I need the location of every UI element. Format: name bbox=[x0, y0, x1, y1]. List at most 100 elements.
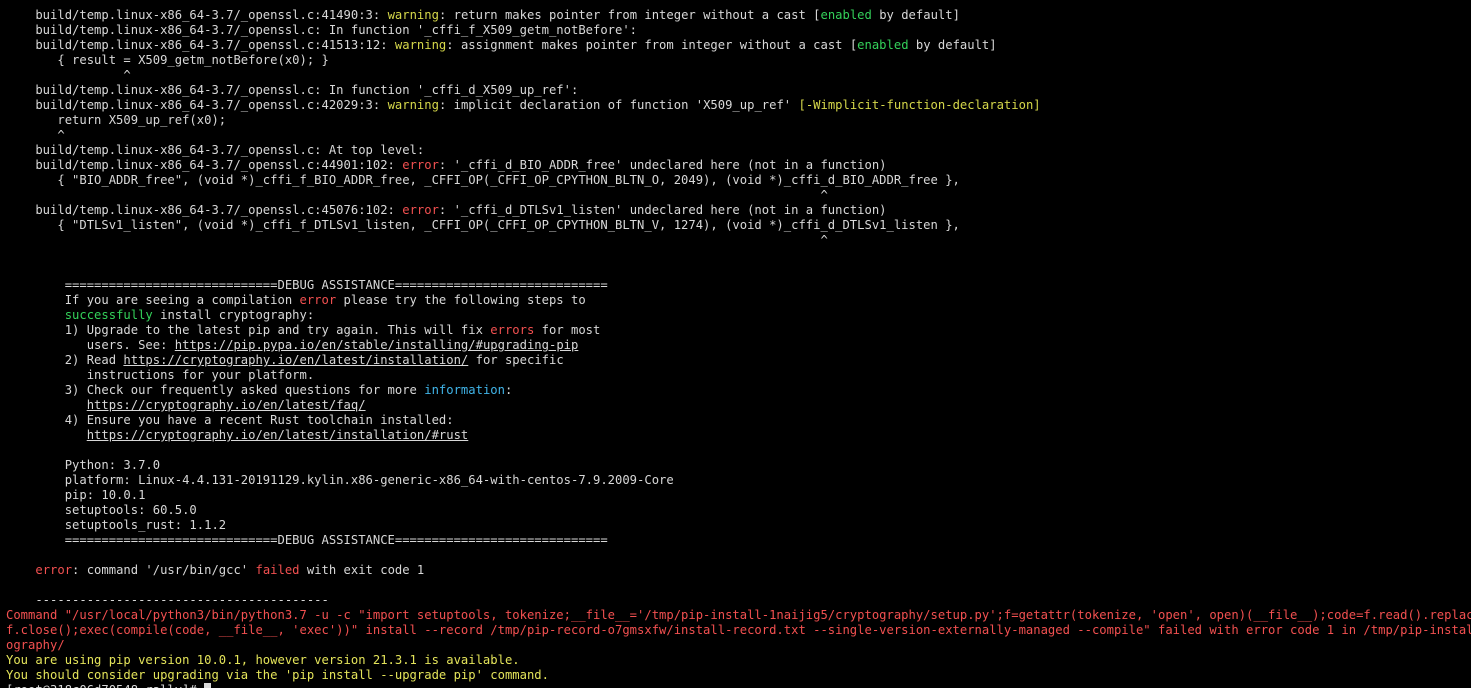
text-segment: build/temp.linux-x86_64-3.7/_openssl.c:4… bbox=[6, 8, 388, 22]
text-err: errors bbox=[490, 323, 535, 337]
text-segment bbox=[6, 398, 87, 412]
text-segment: : '_cffi_d_DTLSv1_listen' undeclared her… bbox=[438, 203, 887, 217]
terminal-line: successfully install cryptography: bbox=[6, 308, 1471, 323]
text-red: Command "/usr/local/python3/bin/python3.… bbox=[6, 608, 1471, 622]
terminal-line: build/temp.linux-x86_64-3.7/_openssl.c:4… bbox=[6, 158, 1471, 173]
text-segment: ^ bbox=[6, 233, 828, 247]
text-segment: build/temp.linux-x86_64-3.7/_openssl.c:4… bbox=[6, 203, 403, 217]
text-segment: setuptools_rust: 1.1.2 bbox=[6, 518, 227, 532]
text-warn: warning bbox=[387, 98, 439, 112]
terminal-line: build/temp.linux-x86_64-3.7/_openssl.c: … bbox=[6, 23, 1471, 38]
text-link[interactable]: https://cryptography.io/en/latest/instal… bbox=[123, 353, 468, 367]
terminal-line: 2) Read https://cryptography.io/en/lates… bbox=[6, 353, 1471, 368]
text-segment: users. See: bbox=[6, 338, 175, 352]
terminal-line: ^ bbox=[6, 128, 1471, 143]
text-segment: return X509_up_ref(x0); bbox=[6, 113, 227, 127]
text-segment: 3) Check our frequently asked questions … bbox=[6, 383, 425, 397]
text-segment: for specific bbox=[468, 353, 564, 367]
terminal-line: build/temp.linux-x86_64-3.7/_openssl.c:4… bbox=[6, 98, 1471, 113]
text-link[interactable]: https://cryptography.io/en/latest/faq/ bbox=[87, 398, 366, 412]
text-segment: ^ bbox=[6, 128, 65, 142]
text-segment: : bbox=[504, 383, 513, 397]
terminal-line: build/temp.linux-x86_64-3.7/_openssl.c:4… bbox=[6, 38, 1471, 53]
terminal-line: build/temp.linux-x86_64-3.7/_openssl.c: … bbox=[6, 83, 1471, 98]
text-segment: : command '/usr/bin/gcc' bbox=[72, 563, 256, 577]
terminal-line: 1) Upgrade to the latest pip and try aga… bbox=[6, 323, 1471, 338]
terminal-line: build/temp.linux-x86_64-3.7/_openssl.c:4… bbox=[6, 203, 1471, 218]
terminal-line: ^ bbox=[6, 188, 1471, 203]
terminal-line: https://cryptography.io/en/latest/faq/ bbox=[6, 398, 1471, 413]
terminal-output: ^ build/temp.linux-x86_64-3.7/_openssl.c… bbox=[6, 0, 1471, 688]
text-segment: ---------------------------------------- bbox=[6, 593, 329, 607]
text-segment: build/temp.linux-x86_64-3.7/_openssl.c:4… bbox=[6, 38, 395, 52]
text-segment: If you are seeing a compilation bbox=[6, 293, 300, 307]
text-segment: build/temp.linux-x86_64-3.7/_openssl.c: … bbox=[6, 83, 579, 97]
text-segment: 1) Upgrade to the latest pip and try aga… bbox=[6, 323, 491, 337]
text-info: information bbox=[424, 383, 505, 397]
terminal-line: 4) Ensure you have a recent Rust toolcha… bbox=[6, 413, 1471, 428]
text-segment: { "DTLSv1_listen", (void *)_cffi_f_DTLSv… bbox=[6, 218, 960, 232]
text-segment: 4) Ensure you have a recent Rust toolcha… bbox=[6, 413, 454, 427]
terminal-line: pip: 10.0.1 bbox=[6, 488, 1471, 503]
text-segment: ^ bbox=[6, 68, 131, 82]
text-segment: : '_cffi_d_BIO_ADDR_free' undeclared her… bbox=[438, 158, 887, 172]
text-yellow: You should consider upgrading via the 'p… bbox=[6, 668, 549, 682]
terminal-line: ---------------------------------------- bbox=[6, 593, 1471, 608]
text-ok: successfully bbox=[64, 308, 153, 322]
text-link[interactable]: https://pip.pypa.io/en/stable/installing… bbox=[175, 338, 579, 352]
terminal-line: ^ bbox=[6, 0, 1471, 8]
terminal-line: { "DTLSv1_listen", (void *)_cffi_f_DTLSv… bbox=[6, 218, 1471, 233]
text-segment: ^ bbox=[6, 0, 43, 7]
text-segment: { result = X509_getm_notBefore(x0); } bbox=[6, 53, 329, 67]
text-segment: please try the following steps to bbox=[336, 293, 586, 307]
terminal-line: { "BIO_ADDR_free", (void *)_cffi_f_BIO_A… bbox=[6, 173, 1471, 188]
terminal-line: f.close();exec(compile(code, __file__, '… bbox=[6, 623, 1471, 638]
text-segment: build/temp.linux-x86_64-3.7/_openssl.c:4… bbox=[6, 98, 388, 112]
text-warn: warning bbox=[387, 8, 439, 22]
text-red: f.close();exec(compile(code, __file__, '… bbox=[6, 623, 1471, 637]
text-ok: enabled bbox=[857, 38, 909, 52]
text-segment: Python: 3.7.0 bbox=[6, 458, 161, 472]
text-segment: by default] bbox=[871, 8, 960, 22]
text-segment: build/temp.linux-x86_64-3.7/_openssl.c:4… bbox=[6, 158, 403, 172]
terminal-line: error: command '/usr/bin/gcc' failed wit… bbox=[6, 563, 1471, 578]
terminal-line: =============================DEBUG ASSIS… bbox=[6, 278, 1471, 293]
text-segment: by default] bbox=[908, 38, 997, 52]
text-segment: : assignment makes pointer from integer … bbox=[446, 38, 858, 52]
text-segment: platform: Linux-4.4.131-20191129.kylin.x… bbox=[6, 473, 674, 487]
terminal-window[interactable]: ^ build/temp.linux-x86_64-3.7/_openssl.c… bbox=[0, 0, 1471, 688]
text-segment: setuptools: 60.5.0 bbox=[6, 503, 197, 517]
text-segment: install cryptography: bbox=[152, 308, 315, 322]
terminal-line: build/temp.linux-x86_64-3.7/_openssl.c: … bbox=[6, 143, 1471, 158]
text-segment: with exit code 1 bbox=[299, 563, 425, 577]
terminal-line: users. See: https://pip.pypa.io/en/stabl… bbox=[6, 338, 1471, 353]
text-segment: [root@318c06d70548 rally]# bbox=[6, 683, 204, 688]
text-err: failed bbox=[255, 563, 300, 577]
text-segment: 2) Read bbox=[6, 353, 124, 367]
terminal-line: ^ bbox=[6, 233, 1471, 248]
text-link[interactable]: https://cryptography.io/en/latest/instal… bbox=[87, 428, 469, 442]
terminal-line: instructions for your platform. bbox=[6, 368, 1471, 383]
text-segment: { "BIO_ADDR_free", (void *)_cffi_f_BIO_A… bbox=[6, 173, 960, 187]
terminal-line: return X509_up_ref(x0); bbox=[6, 113, 1471, 128]
terminal-line: You are using pip version 10.0.1, howeve… bbox=[6, 653, 1471, 668]
terminal-line: Command "/usr/local/python3/bin/python3.… bbox=[6, 608, 1471, 623]
text-segment bbox=[6, 563, 35, 577]
terminal-line: { result = X509_getm_notBefore(x0); } bbox=[6, 53, 1471, 68]
terminal-line: 3) Check our frequently asked questions … bbox=[6, 383, 1471, 398]
terminal-line: setuptools_rust: 1.1.2 bbox=[6, 518, 1471, 533]
text-warn: [-Wimplicit-function-declaration] bbox=[798, 98, 1041, 112]
terminal-line: =============================DEBUG ASSIS… bbox=[6, 533, 1471, 548]
text-segment bbox=[6, 428, 87, 442]
terminal-line: build/temp.linux-x86_64-3.7/_openssl.c:4… bbox=[6, 8, 1471, 23]
terminal-line: setuptools: 60.5.0 bbox=[6, 503, 1471, 518]
text-segment: build/temp.linux-x86_64-3.7/_openssl.c: … bbox=[6, 23, 638, 37]
text-err: error bbox=[402, 158, 439, 172]
text-segment: instructions for your platform. bbox=[6, 368, 315, 382]
text-segment bbox=[6, 308, 65, 322]
